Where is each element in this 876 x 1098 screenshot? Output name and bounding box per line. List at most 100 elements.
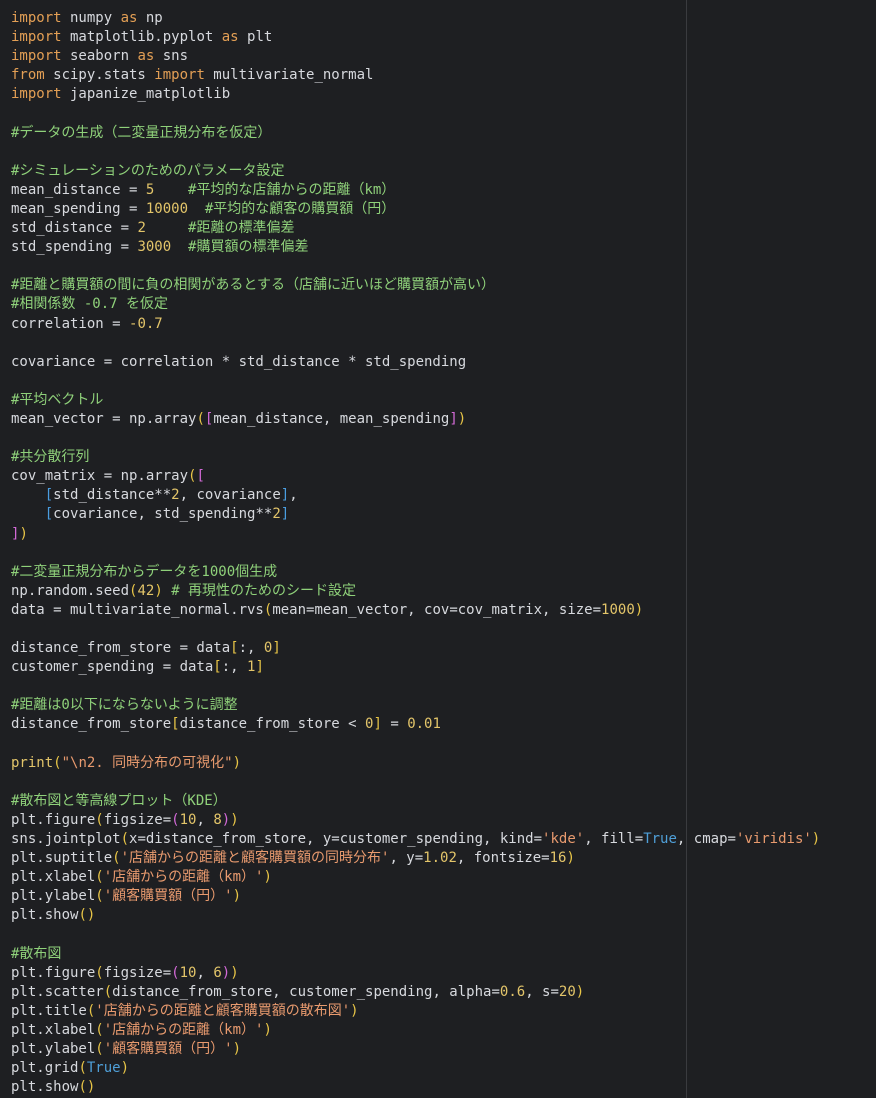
code-token: ) <box>811 831 821 848</box>
code-line[interactable]: import japanize_matplotlib <box>11 85 820 104</box>
code-line[interactable]: plt.ylabel('顧客購買額（円）') <box>11 887 820 906</box>
code-line[interactable]: #二変量正規分布からデータを1000個生成 <box>11 563 820 582</box>
code-line[interactable]: import matplotlib.pyplot as plt <box>11 28 820 47</box>
code-line[interactable]: print("\n2. 同時分布の可視化") <box>11 754 820 773</box>
code-token: #散布図と等高線プロット（KDE） <box>11 792 227 809</box>
code-token: '店舗からの距離と顧客購買額の同時分布' <box>120 850 390 867</box>
code-editor[interactable]: import numpy as np import matplotlib.pypl… <box>0 0 876 1098</box>
code-line[interactable]: ​ <box>11 735 820 754</box>
code-line[interactable]: #相関係数 -0.7 を仮定 <box>11 295 820 314</box>
code-line[interactable]: plt.show() <box>11 1078 820 1097</box>
code-token: "\n2. 同時分布の可視化" <box>61 754 233 771</box>
code-line[interactable]: mean_vector = np.array([mean_distance, m… <box>11 410 820 429</box>
code-line[interactable]: [std_distance**2, covariance], <box>11 486 820 505</box>
code-token: ( <box>95 811 104 828</box>
code-token: #距離と購買額の間に負の相関があるとする（店舗に近いほど購買額が高い） <box>11 277 496 294</box>
code-line[interactable]: plt.xlabel('店舗からの距離（km）') <box>11 868 820 887</box>
code-line[interactable]: plt.ylabel('顧客購買額（円）') <box>11 1040 820 1059</box>
code-token: ] <box>280 487 290 504</box>
code-line[interactable]: data = multivariate_normal.rvs(mean=mean… <box>11 601 820 620</box>
code-token: as <box>221 29 239 46</box>
code-line[interactable]: #散布図 <box>11 945 820 964</box>
code-line[interactable]: #散布図と等高線プロット（KDE） <box>11 792 820 811</box>
code-line[interactable]: np.random.seed(42) # 再現性のためのシード設定 <box>11 582 820 601</box>
code-line[interactable]: std_distance = 2 #距離の標準偏差 <box>11 219 820 238</box>
code-line[interactable]: import numpy as np <box>11 9 820 28</box>
code-line[interactable]: plt.scatter(distance_from_store, custome… <box>11 983 820 1002</box>
code-line[interactable]: #データの生成（二変量正規分布を仮定） <box>11 124 820 143</box>
code-token: 6 <box>213 964 222 981</box>
code-line[interactable]: #シミュレーションのためのパラメータ設定 <box>11 162 820 181</box>
code-token: [ <box>171 716 180 733</box>
code-token: , <box>289 487 298 504</box>
code-line[interactable]: import seaborn as sns <box>11 47 820 66</box>
code-line[interactable]: ​ <box>11 104 820 123</box>
code-line[interactable]: ]) <box>11 525 820 544</box>
code-line[interactable]: ​ <box>11 372 820 391</box>
code-line[interactable]: correlation = -0.7 <box>11 315 820 334</box>
code-token: ( <box>120 831 130 848</box>
code-line[interactable]: std_spending = 3000 #購買額の標準偏差 <box>11 238 820 257</box>
code-token: japanize_matplotlib <box>61 86 231 103</box>
code-token: ] <box>280 506 290 523</box>
code-line[interactable]: plt.figure(figsize=(10, 8)) <box>11 811 820 830</box>
code-token: () <box>78 907 96 924</box>
code-token: plt.title <box>11 1002 87 1019</box>
code-token: std_distance** <box>53 487 172 504</box>
code-line[interactable]: plt.show() <box>11 906 820 925</box>
code-token: import <box>11 48 62 65</box>
code-token: [ <box>196 468 205 485</box>
code-token: distance_from_store <box>11 716 172 733</box>
code-line[interactable]: customer_spending = data[:, 1] <box>11 658 820 677</box>
code-line[interactable]: sns.jointplot(x=distance_from_store, y=c… <box>11 830 820 849</box>
code-line[interactable]: ​ <box>11 926 820 945</box>
code-line[interactable]: ​ <box>11 334 820 353</box>
code-token: plt.ylabel <box>11 1041 96 1058</box>
code-token: 'viridis' <box>735 831 812 848</box>
code-area[interactable]: import numpy as np import matplotlib.pypl… <box>11 9 820 1097</box>
code-line[interactable]: #共分散行列 <box>11 448 820 467</box>
code-line[interactable]: mean_distance = 5 #平均的な店舗からの距離（km） <box>11 181 820 200</box>
code-line[interactable]: ​ <box>11 773 820 792</box>
code-token: #データの生成（二変量正規分布を仮定） <box>11 124 272 141</box>
code-line[interactable]: ​ <box>11 257 820 276</box>
code-line[interactable]: ​ <box>11 143 820 162</box>
code-line[interactable]: plt.title('店舗からの距離と顧客購買額の散布図') <box>11 1002 820 1021</box>
code-line[interactable]: plt.suptitle('店舗からの距離と顧客購買額の同時分布', y=1.0… <box>11 849 820 868</box>
code-token: 0.01 <box>407 716 441 733</box>
code-token: #二変量正規分布からデータを1000個生成 <box>11 563 278 580</box>
code-line[interactable]: ​ <box>11 429 820 448</box>
code-token: , fill= <box>584 831 644 848</box>
code-token: 3000 <box>137 239 172 256</box>
code-line[interactable]: from scipy.stats import multivariate_nor… <box>11 66 820 85</box>
code-line[interactable]: plt.xlabel('店舗からの距離（km）') <box>11 1021 820 1040</box>
code-line[interactable]: #距離は0以下にならないように調整 <box>11 696 820 715</box>
code-token: 1000 <box>601 601 635 618</box>
code-token: plt.show <box>11 907 79 924</box>
code-line[interactable]: ​ <box>11 620 820 639</box>
code-line[interactable]: #平均ベクトル <box>11 391 820 410</box>
code-token: ) <box>575 983 585 1000</box>
code-token: 1.02 <box>423 850 457 867</box>
code-line[interactable]: ​ <box>11 544 820 563</box>
code-line[interactable]: distance_from_store[distance_from_store … <box>11 715 820 734</box>
code-token: [ <box>230 640 239 657</box>
code-line[interactable]: covariance = correlation * std_distance … <box>11 353 820 372</box>
code-line[interactable]: plt.grid(True) <box>11 1059 820 1078</box>
code-token: [ <box>44 506 54 523</box>
code-line[interactable]: ​ <box>11 677 820 696</box>
code-line[interactable]: plt.figure(figsize=(10, 6)) <box>11 964 820 983</box>
code-line[interactable]: #距離と購買額の間に負の相関があるとする（店舗に近いほど購買額が高い） <box>11 276 820 295</box>
code-line[interactable]: cov_matrix = np.array([ <box>11 467 820 486</box>
code-line[interactable]: distance_from_store = data[:, 0] <box>11 639 820 658</box>
code-token: 'kde' <box>542 831 585 848</box>
code-token: sns <box>154 48 189 65</box>
code-token: , y= <box>389 850 424 867</box>
code-token: '顧客購買額（円）' <box>103 1041 233 1058</box>
code-line[interactable]: mean_spending = 10000 #平均的な顧客の購買額（円） <box>11 200 820 219</box>
code-token: scipy.stats <box>44 67 155 84</box>
code-line[interactable]: [covariance, std_spending**2] <box>11 505 820 524</box>
code-token: plt.xlabel <box>11 869 96 886</box>
